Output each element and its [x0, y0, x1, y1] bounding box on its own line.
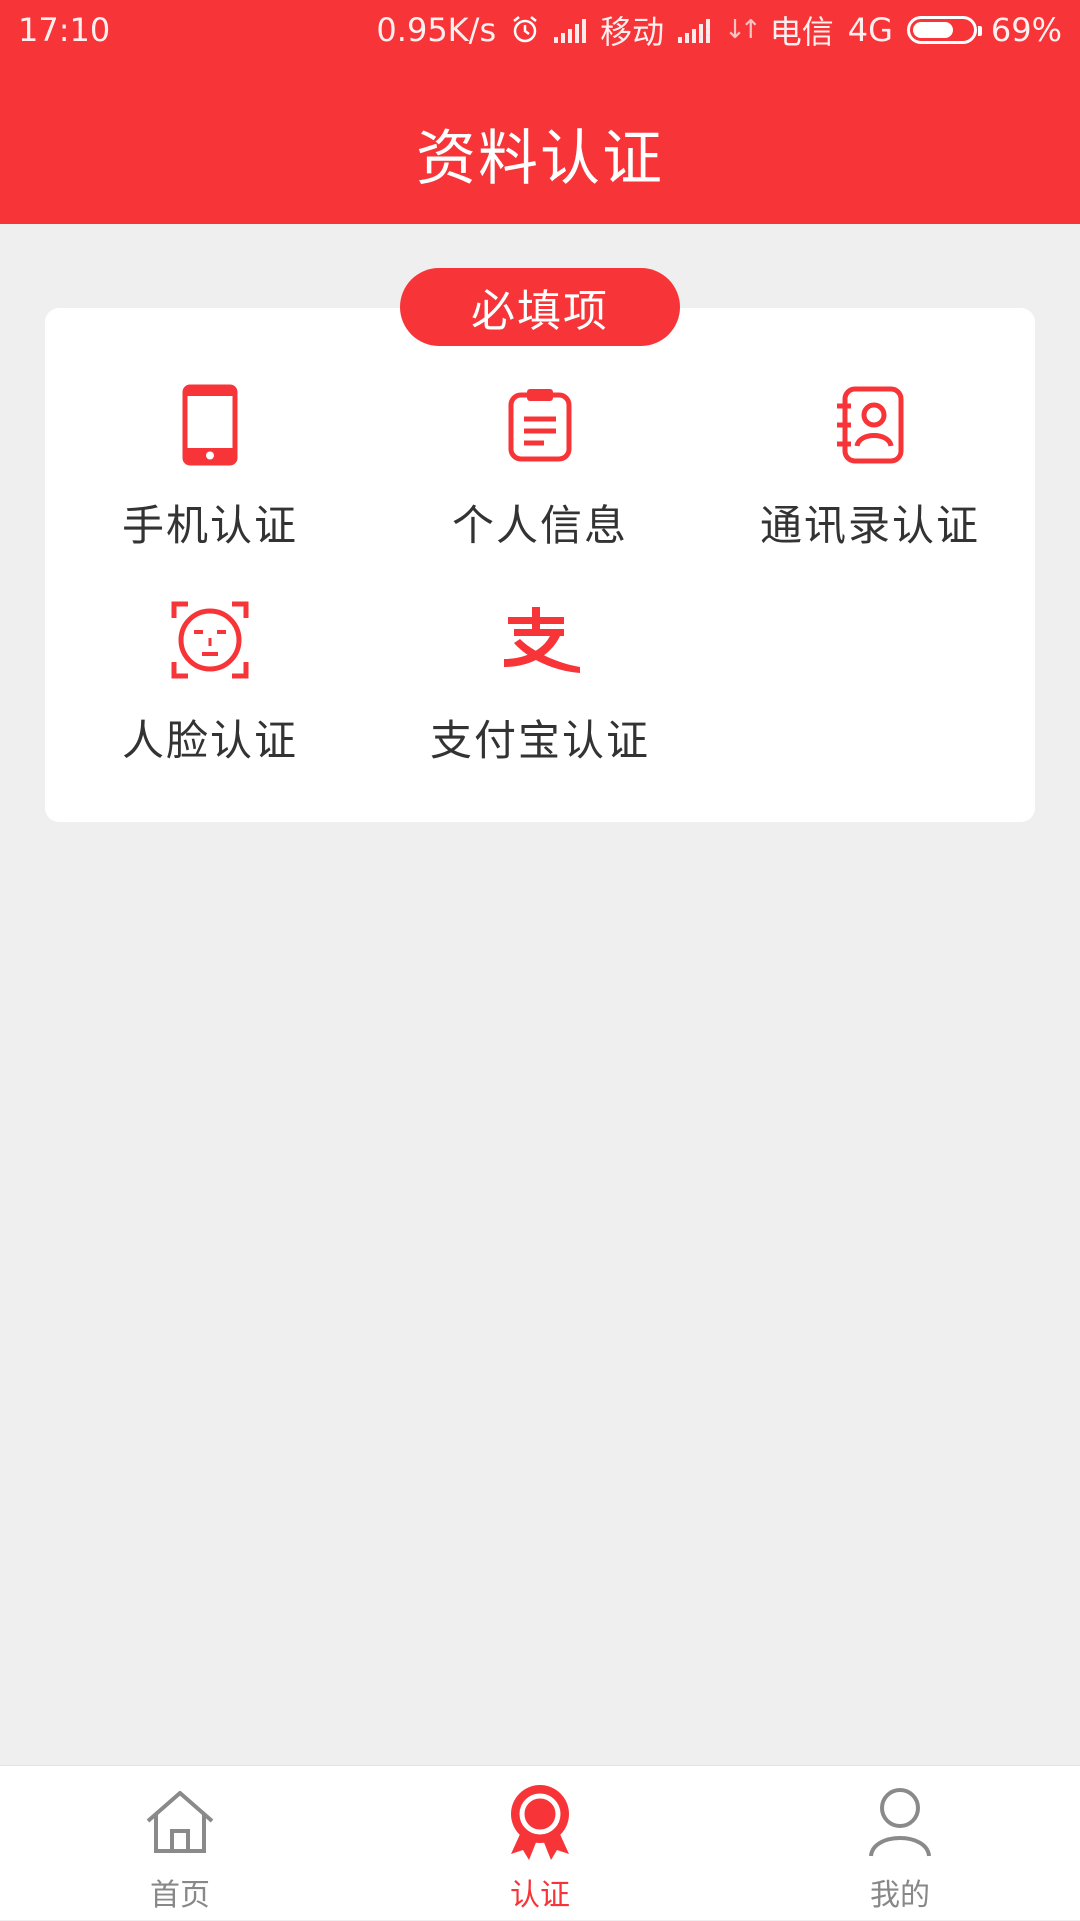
carrier-2: 电信: [769, 13, 834, 51]
item-label: 支付宝认证: [429, 716, 650, 765]
tab-home[interactable]: 首页: [80, 1766, 280, 1921]
required-badge: 必填项: [400, 268, 680, 346]
item-personal-info[interactable]: 个人信息: [375, 380, 705, 570]
item-label: 通讯录认证: [759, 501, 980, 550]
badge-icon: [511, 1785, 569, 1860]
data-arrows-icon: ↓↑: [724, 15, 761, 45]
signal-icon: [554, 17, 587, 43]
network-speed: 0.95K/s: [376, 11, 497, 49]
item-label: 人脸认证: [121, 716, 298, 765]
user-icon: [869, 1788, 931, 1857]
battery-icon: [906, 16, 982, 44]
tab-label: 我的: [870, 1878, 930, 1913]
status-time: 17:10: [18, 11, 111, 49]
item-label: 手机认证: [121, 501, 298, 550]
bottom-tab-bar: 首页 认证 我的: [0, 1765, 1080, 1920]
alipay-icon: [504, 607, 580, 673]
alarm-icon: [513, 16, 537, 43]
item-face-verification[interactable]: 人脸认证: [45, 595, 375, 785]
contacts-icon: [837, 386, 904, 464]
network-type: 4G: [847, 11, 893, 49]
tab-label: 认证: [510, 1878, 570, 1913]
item-contacts-verification[interactable]: 通讯录认证: [705, 380, 1035, 570]
tab-mine[interactable]: 我的: [800, 1766, 1000, 1921]
status-bar: 17:10 0.95K/s 移动 ↓↑ 电信 4G 69%: [0, 0, 1080, 60]
tab-verification[interactable]: 认证: [440, 1766, 640, 1921]
app-header: 17:10 0.95K/s 移动 ↓↑ 电信 4G 69% 资料认证: [0, 0, 1080, 224]
phone-icon: [182, 384, 238, 466]
signal-icon-2: [678, 17, 711, 43]
battery-percent: 69%: [990, 11, 1062, 49]
item-label: 个人信息: [451, 501, 628, 550]
home-icon: [146, 1791, 214, 1853]
tab-label: 首页: [150, 1878, 210, 1913]
item-phone-verification[interactable]: 手机认证: [45, 380, 375, 570]
clipboard-icon: [508, 389, 572, 462]
face-scan-icon: [171, 601, 249, 679]
item-alipay-verification[interactable]: 支付宝认证: [375, 595, 705, 785]
page-title: 资料认证: [416, 124, 664, 194]
battery-fill: [912, 22, 953, 38]
carrier-1: 移动: [600, 13, 665, 51]
